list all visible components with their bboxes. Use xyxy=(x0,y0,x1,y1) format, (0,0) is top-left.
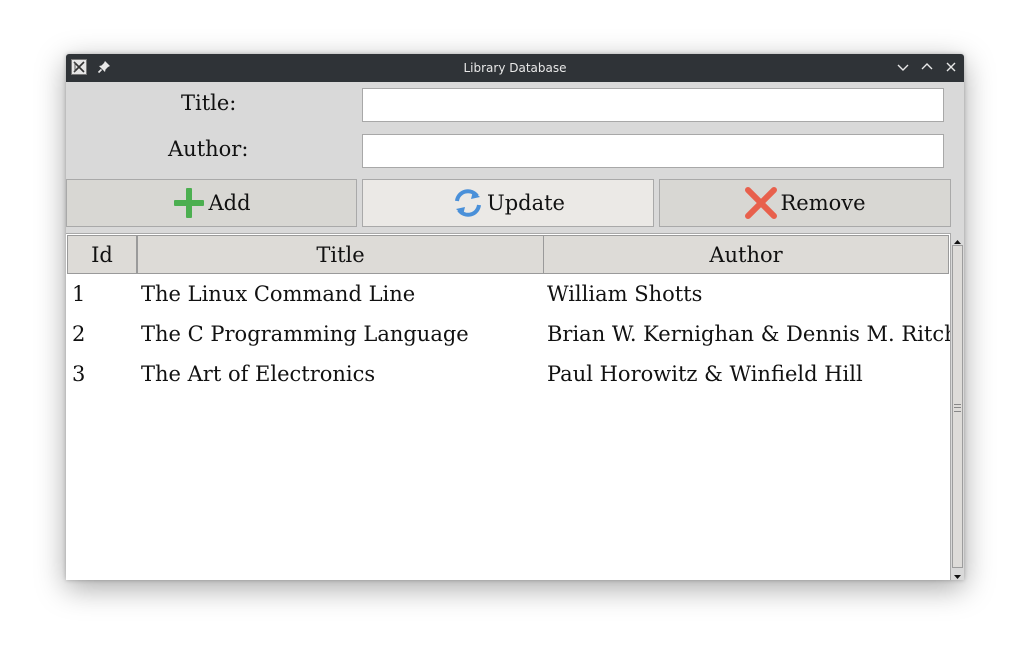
minimize-button[interactable] xyxy=(895,59,911,75)
table-row[interactable]: 1 The Linux Command Line William Shotts xyxy=(66,274,950,314)
cell-id: 2 xyxy=(72,322,86,346)
column-header-author[interactable]: Author xyxy=(543,235,949,274)
table-row[interactable]: 2 The C Programming Language Brian W. Ke… xyxy=(66,314,950,354)
cell-id: 1 xyxy=(72,282,86,306)
cell-title: The Art of Electronics xyxy=(141,362,376,386)
vertical-scrollbar[interactable] xyxy=(950,233,964,580)
cell-title: The Linux Command Line xyxy=(141,282,416,306)
scroll-down-button[interactable] xyxy=(951,568,964,580)
cell-author: Paul Horowitz & Winfield Hill xyxy=(547,362,863,386)
x-icon xyxy=(744,186,778,220)
maximize-button[interactable] xyxy=(919,59,935,75)
title-label: Title: xyxy=(181,91,237,115)
column-header-title[interactable]: Title xyxy=(137,235,544,274)
add-button-label: Add xyxy=(208,191,251,215)
update-button[interactable]: Update xyxy=(362,179,654,227)
column-header-id[interactable]: Id xyxy=(67,235,137,274)
arrow-down-icon xyxy=(954,575,961,579)
plus-icon xyxy=(172,186,206,220)
cell-author: William Shotts xyxy=(547,282,703,306)
refresh-icon xyxy=(451,186,485,220)
remove-button[interactable]: Remove xyxy=(659,179,951,227)
scrollbar-thumb[interactable] xyxy=(952,245,963,568)
close-button[interactable] xyxy=(943,59,959,75)
app-window: Library Database Title: Author: Add Upda… xyxy=(66,54,964,580)
title-input[interactable] xyxy=(362,88,944,122)
cell-id: 3 xyxy=(72,362,86,386)
chevron-up-icon xyxy=(921,63,933,70)
books-table[interactable]: Id Title Author 1 The Linux Command Line… xyxy=(66,233,950,580)
scroll-up-button[interactable] xyxy=(951,233,964,245)
table-row[interactable]: 3 The Art of Electronics Paul Horowitz &… xyxy=(66,354,950,394)
title-bar[interactable]: Library Database xyxy=(66,54,964,82)
cell-author: Brian W. Kernighan & Dennis M. Ritch xyxy=(547,322,950,346)
table-header: Id Title Author xyxy=(67,235,949,274)
author-label: Author: xyxy=(168,137,249,161)
chevron-down-icon xyxy=(897,64,909,71)
update-button-label: Update xyxy=(487,191,565,215)
window-title: Library Database xyxy=(463,61,567,75)
cell-title: The C Programming Language xyxy=(141,322,469,346)
grip-icon xyxy=(954,404,961,412)
add-button[interactable]: Add xyxy=(66,179,357,227)
author-input[interactable] xyxy=(362,134,944,168)
remove-button-label: Remove xyxy=(780,191,866,215)
close-icon xyxy=(946,62,956,72)
